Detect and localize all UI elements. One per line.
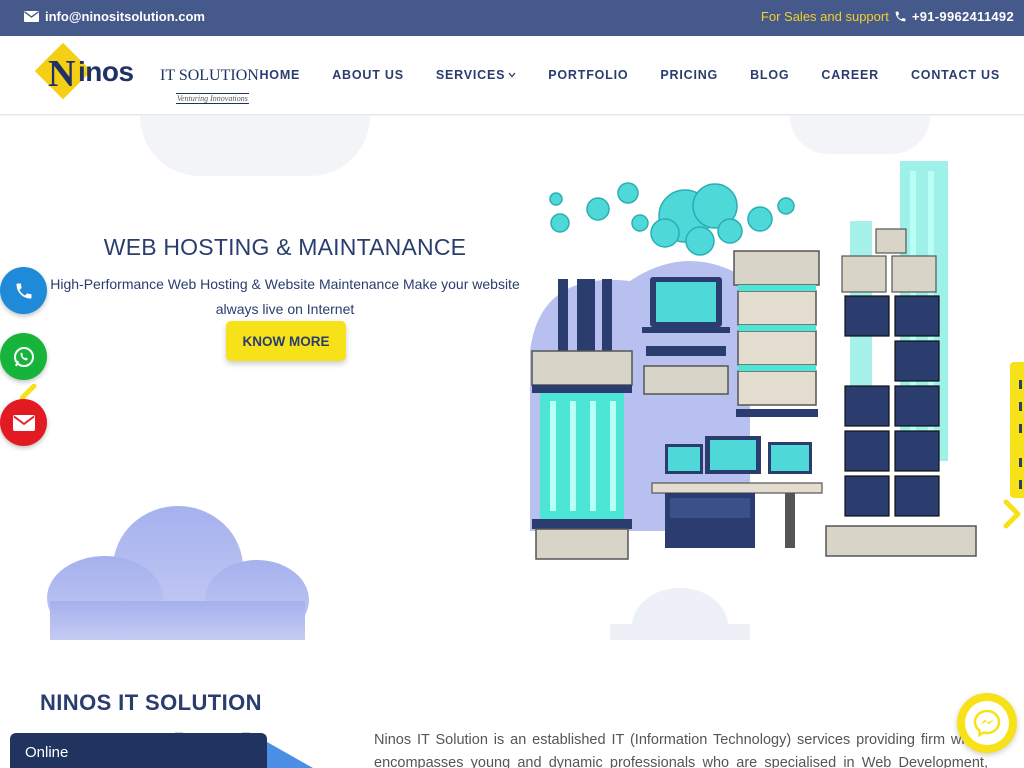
topbar-email-link[interactable]: info@ninositsolution.com [24, 9, 205, 24]
live-chat-bar[interactable]: Online [10, 733, 267, 768]
topbar-email[interactable]: info@ninositsolution.com [45, 9, 205, 24]
hero-title: WEB HOSTING & MAINTANANCE [103, 234, 467, 260]
bg-cloud [140, 116, 370, 176]
envelope-icon [24, 11, 39, 22]
nav-career[interactable]: CAREER [821, 68, 879, 82]
nav-pricing[interactable]: PRICING [660, 68, 718, 82]
messenger-button[interactable] [957, 693, 1017, 753]
topbar-contact: For Sales and support +91-9962411492 [761, 9, 1014, 24]
nav-about-us-label: ABOUT US [332, 68, 404, 82]
main-nav: HOME ABOUT US SERVICES PORTFOLIO PRICING… [259, 68, 1000, 82]
whatsapp-icon [13, 346, 34, 367]
logo-suffix: IT SOLUTION [160, 67, 259, 84]
bg-cloud [790, 116, 930, 154]
nav-services[interactable]: SERVICES [436, 68, 516, 82]
chat-status: Online [25, 744, 69, 761]
messenger-icon [973, 709, 1001, 738]
about-title: NINOS IT SOLUTION [40, 690, 262, 715]
topbar-phone[interactable]: +91-9962411492 [912, 9, 1014, 24]
logo-letter: N [48, 53, 76, 95]
email-button[interactable] [0, 399, 47, 446]
whatsapp-button[interactable] [0, 333, 47, 380]
side-tab[interactable] [1010, 362, 1024, 498]
logo-word: inos [78, 56, 134, 87]
nav-portfolio-label: PORTFOLIO [548, 68, 629, 82]
about-description: Ninos IT Solution is an established IT (… [374, 732, 988, 768]
hosting-illustration [530, 161, 977, 560]
nav-home[interactable]: HOME [259, 68, 300, 82]
site-header: N inos IT SOLUTION Venturing Innovations… [0, 36, 1024, 115]
nav-about-us[interactable]: ABOUT US [332, 68, 404, 82]
nav-services-label: SERVICES [435, 68, 506, 82]
nav-home-label: HOME [259, 68, 301, 82]
nav-blog-label: BLOG [750, 68, 790, 82]
chevron-down-icon [508, 72, 516, 78]
cloud-illustration [610, 588, 750, 640]
sales-support-label: For Sales and support [760, 9, 889, 24]
envelope-icon [12, 414, 35, 431]
phone-icon [895, 11, 906, 22]
phone-icon [16, 283, 31, 298]
know-more-button[interactable]: KNOW MORE [226, 321, 346, 361]
messenger-inner [965, 701, 1009, 745]
chevron-right-icon[interactable] [1002, 499, 1022, 529]
nav-contact-us[interactable]: CONTACT US [911, 68, 1000, 82]
pencil-icon [20, 384, 37, 400]
top-bar: info@ninositsolution.com For Sales and s… [0, 0, 1024, 36]
nav-career-label: CAREER [821, 68, 879, 82]
hero-slider: WEB HOSTING & MAINTANANCE High-Performan… [0, 116, 1024, 640]
logo-tagline: Venturing Innovations [176, 93, 249, 104]
nav-pricing-label: PRICING [660, 68, 719, 82]
nav-blog[interactable]: BLOG [750, 68, 789, 82]
company-logo[interactable]: N inos IT SOLUTION Venturing Innovations [34, 42, 268, 106]
cloud-illustration [47, 506, 309, 640]
nav-portfolio[interactable]: PORTFOLIO [548, 68, 628, 82]
hero-subtitle: High-Performance Web Hosting & Website M… [50, 276, 520, 317]
nav-contact-us-label: CONTACT US [910, 68, 1000, 82]
call-button[interactable] [0, 267, 47, 314]
